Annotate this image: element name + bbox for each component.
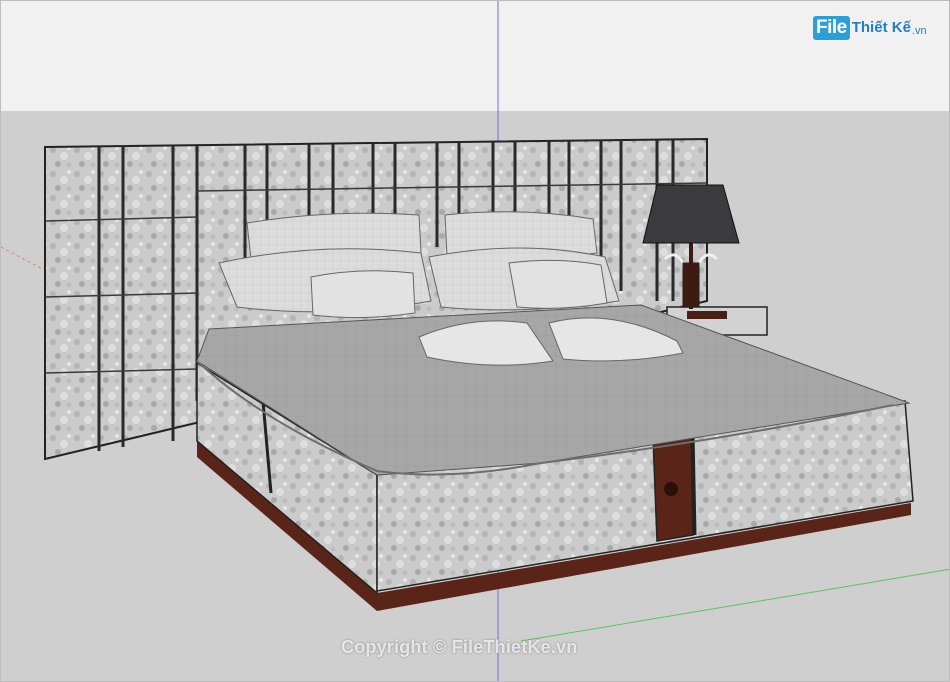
model-viewport[interactable]: File Thiết Kế .vn Copyright © FileThietK… <box>0 0 950 682</box>
brand-logo-icon[interactable]: File Thiết Kế .vn <box>813 15 927 41</box>
logo-name-text: Thiết Kế <box>851 19 911 36</box>
logo-file-text: File <box>813 16 850 40</box>
copyright-watermark: Copyright © FileThietKe.vn <box>341 637 578 657</box>
green-axis-line <box>520 568 949 642</box>
logo-tld-text: .vn <box>911 25 927 37</box>
bed-3d-scene <box>1 1 949 681</box>
